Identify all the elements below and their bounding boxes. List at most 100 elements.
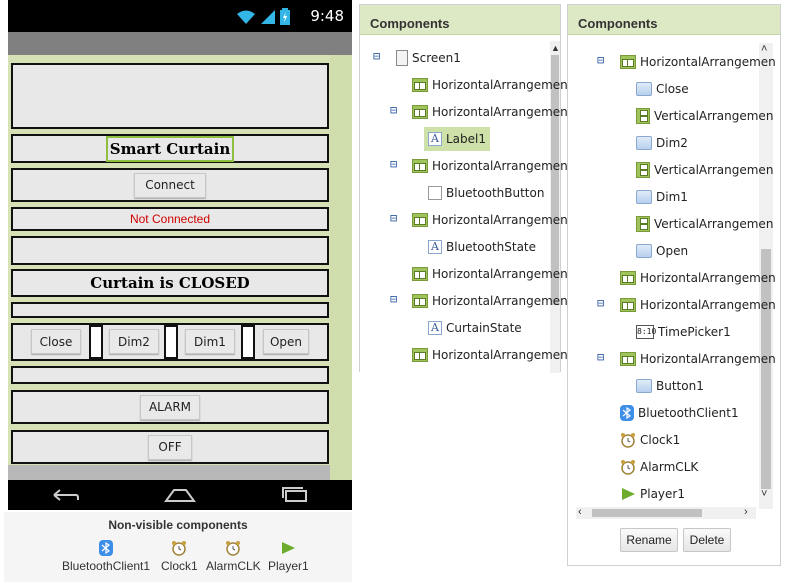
bluetooth-icon	[99, 540, 114, 556]
non-visible-components: Non-visible components BluetoothClient1 …	[4, 512, 352, 582]
tree-item-close[interactable]: Close	[636, 78, 689, 100]
tree-item-bluetoothclient1[interactable]: BluetoothClient1	[620, 402, 739, 424]
status-bar: 9:48	[8, 0, 352, 32]
title-arrangement: Smart Curtain	[11, 134, 329, 163]
controls-arrangement: Close Dim2 Dim1 Open	[11, 323, 329, 361]
tree-item-harr[interactable]: HorizontalArrangemen	[412, 290, 568, 312]
bluetooth-icon	[620, 405, 634, 421]
tree-item-harr[interactable]: HorizontalArrangemen	[412, 263, 568, 285]
tree-item-button1[interactable]: Button1	[636, 375, 704, 397]
tree-item-bluetoothbutton[interactable]: BluetoothButton	[428, 182, 544, 204]
tree-item-harr[interactable]: HorizontalArrangemen	[412, 155, 568, 177]
scroll-down-icon[interactable]: ˅	[761, 488, 767, 500]
label-icon: A	[428, 321, 442, 335]
dim1-button[interactable]: Dim1	[185, 329, 235, 354]
tree-hscrollbar[interactable]	[576, 507, 756, 519]
tree-item-harr[interactable]: HorizontalArrangemen	[620, 51, 776, 73]
close-button[interactable]: Close	[31, 329, 81, 354]
scroll-right-icon[interactable]: ›	[744, 506, 748, 518]
tree-item-harr[interactable]: HorizontalArrangemen	[620, 348, 776, 370]
tree-item-harr[interactable]: HorizontalArrangemen	[412, 101, 568, 123]
back-icon[interactable]	[50, 487, 80, 503]
time-picker-icon: 8:10	[636, 325, 656, 339]
curtain-state-arrangement: Curtain is CLOSED	[11, 269, 329, 297]
collapse-toggle-icon[interactable]: ⊟	[597, 54, 607, 66]
tree-item-harr[interactable]: HorizontalArrangemen	[620, 267, 776, 289]
tree-item-harr[interactable]: HorizontalArrangemen	[412, 209, 568, 231]
scroll-up-icon[interactable]: ▲	[551, 43, 560, 53]
button-icon	[636, 244, 652, 258]
tree-item-harr[interactable]: HorizontalArrangemen	[620, 294, 776, 316]
alarm-button[interactable]: ALARM	[140, 394, 200, 420]
connect-button[interactable]: Connect	[134, 172, 206, 198]
clock-icon	[226, 541, 241, 556]
non-visible-title: Non-visible components	[108, 518, 248, 532]
delete-button[interactable]: Delete	[683, 528, 731, 552]
tree-item-dim2[interactable]: Dim2	[636, 132, 688, 154]
button-icon	[636, 379, 652, 393]
screen-icon	[396, 50, 408, 66]
tree-item-clock1[interactable]: Clock1	[620, 429, 680, 451]
title-label: Smart Curtain	[105, 135, 235, 162]
vertical-arrangement-3	[241, 325, 255, 359]
tree-item-timepicker1[interactable]: 8:10 TimePicker1	[636, 321, 731, 343]
tree-item-bluetoothstate[interactable]: A BluetoothState	[428, 236, 536, 258]
tree-item-varr[interactable]: VerticalArrangemen	[636, 159, 773, 181]
collapse-toggle-icon[interactable]: ⊟	[597, 297, 607, 309]
label-icon: A	[428, 240, 442, 254]
alarm-arrangement: ALARM	[11, 390, 329, 424]
collapse-toggle-icon[interactable]: ⊟	[390, 104, 400, 116]
open-button[interactable]: Open	[263, 329, 309, 354]
dim2-button[interactable]: Dim2	[109, 329, 159, 354]
components-tree-panel-left: Components ▲ ⊟ Screen1 HorizontalArrange…	[359, 4, 568, 373]
scroll-left-icon[interactable]: ‹	[578, 506, 582, 518]
collapse-toggle-icon[interactable]: ⊟	[373, 50, 383, 62]
tree-item-varr[interactable]: VerticalArrangemen	[636, 105, 773, 127]
nv-bluetoothclient1[interactable]: BluetoothClient1	[62, 540, 150, 573]
tree-hscroll-thumb[interactable]	[592, 509, 702, 517]
components-tree-panel-right: Components ˄ ˅ ‹ › ⊟ HorizontalArrangeme…	[567, 4, 781, 566]
phone-bottom-area	[8, 465, 330, 480]
label-icon: A	[428, 132, 442, 146]
tree-item-dim1[interactable]: Dim1	[636, 186, 688, 208]
horizontal-arrangement-icon	[412, 294, 428, 308]
home-icon[interactable]	[164, 487, 196, 503]
horizontal-arrangement-icon	[412, 78, 428, 92]
connect-arrangement: Connect	[11, 168, 329, 202]
collapse-toggle-icon[interactable]: ⊟	[390, 293, 400, 305]
collapse-toggle-icon[interactable]: ⊟	[390, 212, 400, 224]
app-title-bar	[8, 32, 352, 55]
off-arrangement: OFF	[11, 430, 329, 464]
off-button[interactable]: OFF	[148, 434, 192, 460]
nv-player1[interactable]: Player1	[268, 540, 309, 573]
horizontal-arrangement-icon	[412, 105, 428, 119]
rename-button[interactable]: Rename	[620, 528, 678, 552]
tree-item-alarmclk[interactable]: AlarmCLK	[620, 456, 698, 478]
components-header: Components	[568, 5, 780, 35]
button-icon	[636, 136, 652, 150]
tree-item-harr[interactable]: HorizontalArrangemen	[412, 74, 568, 96]
horizontal-arrangement-icon	[620, 271, 636, 285]
nv-alarmclk[interactable]: AlarmCLK	[206, 540, 261, 573]
phone-screen: Smart Curtain Connect Not Connected Curt…	[8, 55, 352, 480]
signal-icon	[261, 10, 275, 24]
connection-status-label: Not Connected	[129, 212, 211, 226]
clock-icon	[621, 433, 635, 448]
wifi-icon	[237, 10, 255, 24]
nv-clock1[interactable]: Clock1	[161, 540, 198, 573]
tree-item-varr[interactable]: VerticalArrangemen	[636, 213, 773, 235]
horizontal-arrangement-icon	[620, 55, 636, 69]
clock-icon	[172, 541, 187, 556]
tree-item-open[interactable]: Open	[636, 240, 688, 262]
tree-item-player1[interactable]: Player1	[620, 483, 685, 505]
collapse-toggle-icon[interactable]: ⊟	[597, 351, 607, 363]
tree-item-curtainstate[interactable]: A CurtainState	[428, 317, 522, 339]
status-time: 9:48	[310, 7, 344, 25]
tree-item-label1[interactable]: A Label1	[424, 127, 491, 151]
spacer-arrangement	[11, 236, 329, 265]
recents-icon[interactable]	[280, 487, 310, 503]
tree-item-harr[interactable]: HorizontalArrangemen	[412, 344, 568, 366]
button-icon	[636, 82, 652, 96]
collapse-toggle-icon[interactable]: ⊟	[390, 158, 400, 170]
tree-item-screen1[interactable]: Screen1	[396, 47, 461, 69]
